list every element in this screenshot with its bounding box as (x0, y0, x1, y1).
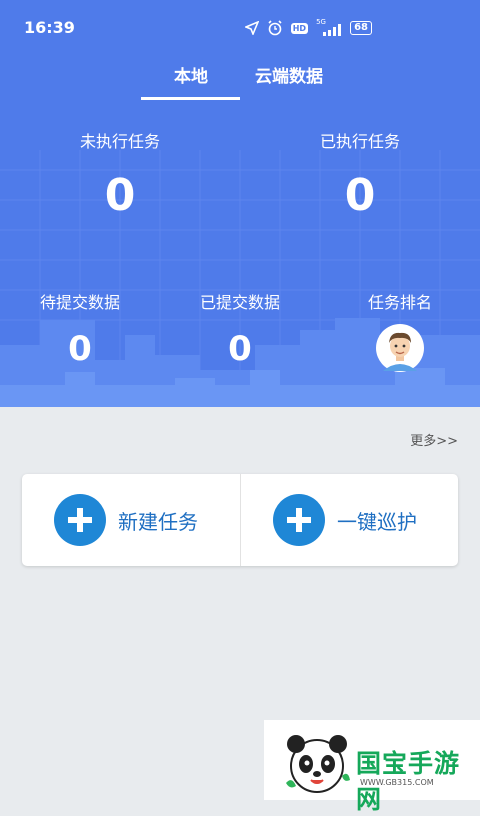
stat-label: 已执行任务 (319, 132, 400, 151)
stat-value: 0 (68, 329, 92, 369)
new-task-button[interactable]: 新建任务 (22, 474, 240, 566)
status-time: 16:39 (24, 18, 75, 37)
stat-value: 0 (228, 329, 252, 369)
stat-ranking[interactable]: 任务排名 (340, 289, 460, 377)
battery-level: 68 (354, 22, 368, 33)
stat-label: 未执行任务 (79, 132, 160, 151)
stat-pending-submit[interactable]: 待提交数据 0 (20, 289, 140, 369)
watermark-overlay: 国宝手游网 WWW.GB315.COM (264, 720, 480, 814)
stat-executed[interactable]: 已执行任务 0 (300, 128, 420, 221)
status-icons: HD 5G 68 (244, 18, 372, 37)
one-click-patrol-label: 一键巡护 (337, 509, 417, 534)
plus-icon (54, 494, 106, 546)
status-bar: 16:39 HD 5G 68 (0, 0, 480, 56)
stat-submitted[interactable]: 已提交数据 0 (180, 289, 300, 369)
hd-badge: HD (290, 22, 309, 34)
battery-icon: 68 (350, 21, 372, 35)
header-panel: 16:39 HD 5G 68 本地 云端数据 未执行任务 0 已执行任务 0 待… (0, 0, 480, 407)
quick-actions-card: 新建任务 一键巡护 (22, 474, 458, 566)
tab-cloud-data[interactable]: 云端数据 (255, 62, 323, 87)
stat-label: 任务排名 (367, 293, 432, 312)
stat-label: 待提交数据 (39, 293, 120, 312)
watermark-url: WWW.GB315.COM (360, 778, 434, 787)
location-arrow-icon (244, 21, 259, 35)
plus-icon (273, 494, 325, 546)
stat-value: 0 (104, 170, 136, 221)
avatar-icon (376, 324, 424, 372)
more-link[interactable]: 更多>> (410, 430, 458, 449)
panda-logo-icon (286, 735, 350, 793)
stat-label: 已提交数据 (199, 293, 280, 312)
alarm-clock-icon (268, 20, 282, 36)
stat-not-executed[interactable]: 未执行任务 0 (60, 128, 180, 221)
tab-local[interactable]: 本地 (174, 62, 208, 87)
one-click-patrol-button[interactable]: 一键巡护 (241, 474, 459, 566)
active-tab-indicator (141, 97, 240, 100)
signal-bars-icon (323, 24, 342, 36)
tab-bar: 本地 云端数据 (0, 60, 480, 100)
network-type: 5G (316, 18, 342, 36)
new-task-label: 新建任务 (118, 509, 198, 534)
stat-value: 0 (344, 170, 376, 221)
